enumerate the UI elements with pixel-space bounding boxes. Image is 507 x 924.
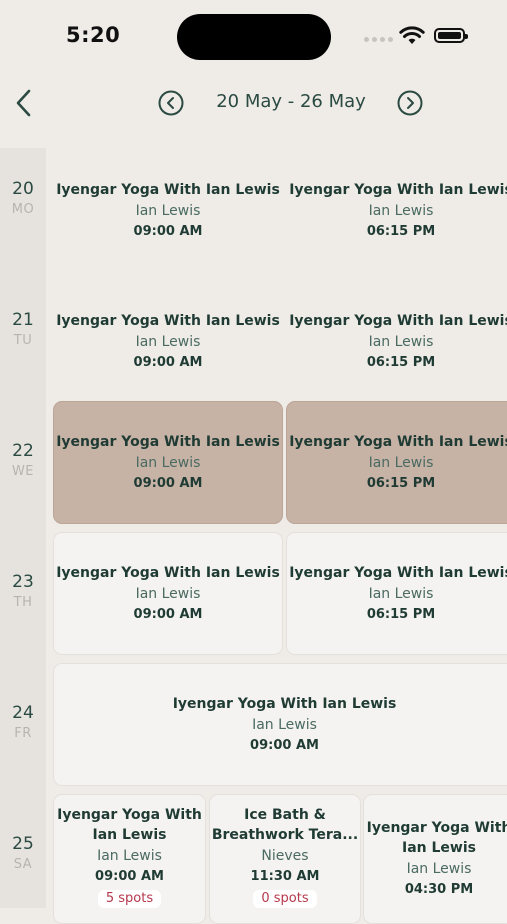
class-instructor: Nieves	[261, 848, 309, 864]
day-label-24: 24 FR	[0, 703, 46, 741]
class-card-we-pm[interactable]: Iyengar Yoga With Ian Lewis Ian Lewis 06…	[286, 401, 507, 524]
wifi-icon	[399, 26, 425, 44]
class-card-tu-am[interactable]: Iyengar Yoga With Ian Lewis Ian Lewis 09…	[53, 279, 283, 403]
previous-week-button[interactable]	[158, 90, 184, 116]
day-abbr: SA	[13, 857, 33, 872]
class-card-sa-1[interactable]: Iyengar Yoga With Ian Lewis Ian Lewis 09…	[53, 794, 206, 924]
date-range-label: 20 May - 26 May	[216, 91, 366, 112]
class-time: 06:15 PM	[366, 354, 436, 370]
class-instructor: Ian Lewis	[368, 455, 434, 471]
class-title: Iyengar Yoga With Ian Lewis	[289, 565, 507, 581]
battery-icon	[434, 28, 468, 43]
class-instructor: Ian Lewis	[368, 333, 434, 350]
class-title: Iyengar Yoga With Ian Lewis	[172, 696, 397, 712]
class-time: 09:00 AM	[133, 223, 203, 239]
class-time: 04:30 PM	[404, 882, 474, 897]
class-time: 06:15 PM	[366, 223, 436, 239]
class-time: 09:00 AM	[133, 354, 203, 370]
back-arrow-icon[interactable]	[10, 86, 38, 120]
day-abbr: TH	[13, 595, 33, 610]
class-instructor: Ian Lewis	[135, 333, 201, 350]
day-label-22: 22 WE	[0, 441, 46, 479]
class-card-sa-2[interactable]: Ice Bath & Breathwork Tera... Nieves 11:…	[209, 794, 361, 924]
class-title: Iyengar Yoga With Ian Lewis	[56, 181, 280, 198]
week-navigation: 20 May - 26 May	[0, 76, 507, 132]
class-card-mo-pm[interactable]: Iyengar Yoga With Ian Lewis Ian Lewis 06…	[286, 148, 507, 272]
class-card-sa-3[interactable]: Iyengar Yoga With Ian Lewis Ian Lewis 04…	[363, 794, 507, 924]
dynamic-island	[177, 14, 331, 60]
class-card-th-pm[interactable]: Iyengar Yoga With Ian Lewis Ian Lewis 06…	[286, 532, 507, 655]
class-title: Iyengar Yoga With Ian Lewis	[56, 312, 280, 329]
class-title: Iyengar Yoga With Ian Lewis	[366, 820, 507, 856]
class-title: Ice Bath & Breathwork Tera...	[211, 807, 359, 843]
day-label-21: 21 TU	[0, 310, 46, 348]
class-card-fr-am[interactable]: Iyengar Yoga With Ian Lewis Ian Lewis 09…	[53, 663, 507, 786]
class-instructor: Ian Lewis	[135, 455, 201, 471]
class-title: Iyengar Yoga With Ian Lewis	[57, 807, 202, 843]
day-number: 22	[12, 441, 34, 461]
class-card-th-am[interactable]: Iyengar Yoga With Ian Lewis Ian Lewis 09…	[53, 532, 283, 655]
day-number: 23	[12, 572, 34, 592]
day-abbr: WE	[11, 464, 35, 479]
day-label-25: 25 SA	[0, 834, 46, 872]
day-label-23: 23 TH	[0, 572, 46, 610]
class-card-we-am[interactable]: Iyengar Yoga With Ian Lewis Ian Lewis 09…	[53, 401, 283, 524]
class-instructor: Ian Lewis	[135, 202, 201, 219]
day-abbr: TU	[13, 333, 33, 348]
class-instructor: Ian Lewis	[252, 717, 317, 733]
status-time: 5:20	[66, 23, 121, 47]
class-title: Iyengar Yoga With Ian Lewis	[289, 312, 507, 329]
next-week-button[interactable]	[397, 90, 423, 116]
day-number: 21	[12, 310, 34, 330]
class-time: 09:00 AM	[95, 869, 164, 884]
cellular-signal-icon	[364, 37, 393, 42]
spots-badge: 5 spots	[97, 890, 162, 908]
class-instructor: Ian Lewis	[406, 861, 472, 877]
class-instructor: Ian Lewis	[368, 586, 434, 602]
day-label-20: 20 MO	[0, 179, 46, 217]
class-card-tu-pm[interactable]: Iyengar Yoga With Ian Lewis Ian Lewis 06…	[286, 279, 507, 403]
class-time: 09:00 AM	[133, 607, 203, 622]
class-time: 09:00 AM	[250, 738, 319, 753]
day-abbr: MO	[11, 202, 35, 217]
class-time: 06:15 PM	[366, 607, 436, 622]
class-title: Iyengar Yoga With Ian Lewis	[289, 434, 507, 450]
class-time: 06:15 PM	[366, 476, 436, 491]
class-title: Iyengar Yoga With Ian Lewis	[56, 434, 280, 450]
day-number: 24	[12, 703, 34, 723]
status-bar: 5:20	[0, 0, 507, 72]
spots-badge: 0 spots	[253, 890, 317, 908]
day-number: 20	[12, 179, 34, 199]
day-column: 20 MO 21 TU 22 WE 23 TH 24 FR 25 SA	[0, 148, 46, 908]
class-instructor: Ian Lewis	[368, 202, 434, 219]
class-title: Iyengar Yoga With Ian Lewis	[56, 565, 280, 581]
class-instructor: Ian Lewis	[97, 848, 162, 864]
class-time: 11:30 AM	[250, 869, 320, 884]
class-card-mo-am[interactable]: Iyengar Yoga With Ian Lewis Ian Lewis 09…	[53, 148, 283, 272]
class-instructor: Ian Lewis	[135, 586, 201, 602]
class-time: 09:00 AM	[133, 476, 203, 491]
day-abbr: FR	[14, 726, 32, 741]
class-title: Iyengar Yoga With Ian Lewis	[289, 181, 507, 198]
day-number: 25	[12, 834, 34, 854]
